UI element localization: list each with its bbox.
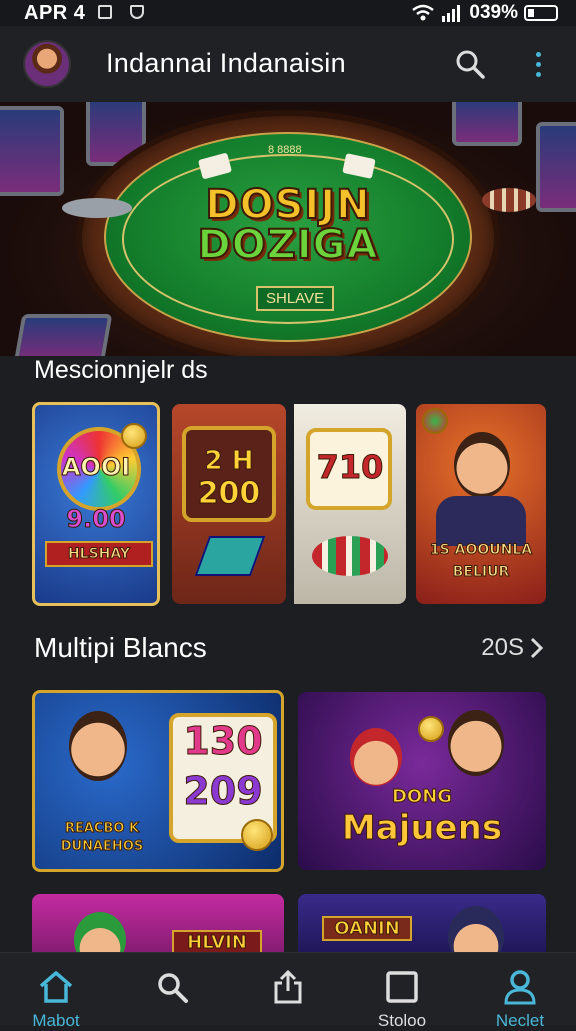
section-title-2: Multipi Blancs	[34, 632, 207, 663]
coin-icon	[241, 819, 273, 851]
profile-icon	[500, 967, 540, 1007]
felt-cards-text: 8 8888	[268, 144, 302, 156]
badge-icon	[422, 408, 448, 434]
status-time: APR 4	[24, 2, 86, 24]
coin-icon	[121, 423, 147, 449]
signal-icon	[442, 5, 461, 22]
battery-percent: 039%	[469, 2, 518, 23]
tile-5-caption2: DUNAEHOS	[60, 839, 144, 855]
game-tile-2[interactable]: 2 H 200	[172, 404, 286, 604]
wifi-icon	[412, 4, 435, 21]
search-icon	[152, 967, 192, 1007]
game-tile-6[interactable]: DONG Majuens	[298, 692, 546, 870]
coin-icon	[418, 716, 444, 742]
nav-search[interactable]	[122, 953, 222, 1025]
nav-store[interactable]: Stoloo	[352, 953, 452, 1030]
tile-6-title: DONG	[391, 786, 453, 808]
share-icon	[268, 967, 308, 1007]
nav-profile-label: Neclet	[495, 1011, 545, 1030]
tile-5-top-number: 130	[183, 719, 263, 764]
tile-2-amount: 200	[197, 476, 261, 512]
felt-badge: SHLAVE	[256, 286, 335, 311]
status-bar: APR 4 039%	[0, 0, 576, 26]
bottom-navigation: Mabot Stoloo Neclet	[0, 952, 576, 1030]
nav-share[interactable]	[238, 953, 338, 1025]
shield-icon	[130, 5, 144, 19]
search-button[interactable]	[450, 44, 490, 84]
hero-logo-line2: DOZIGA	[197, 221, 379, 269]
slot-machine-image	[13, 314, 113, 356]
hero-banner[interactable]: 8 8888 DOSIJN DOZIGA SHLAVE	[0, 102, 576, 356]
nav-profile[interactable]: Neclet	[470, 953, 570, 1030]
character-image	[350, 728, 402, 786]
app-title: Indannai Indanaisin	[106, 48, 346, 78]
tile-1-title: AOOI	[61, 453, 131, 482]
section-title-1: Mescionnjelr ds	[34, 356, 208, 384]
character-image	[448, 710, 504, 776]
tile-4-subtitle: BELIUR	[452, 564, 510, 581]
tile-8-title: OANIN	[322, 916, 412, 941]
tile-5-caption1: REACBO K	[64, 821, 140, 837]
game-tile-1[interactable]: AOOI 9.00 HLSHAY	[32, 402, 160, 606]
tile-2-title: 2 H	[204, 446, 254, 477]
tile-1-banner: HLSHAY	[45, 541, 153, 567]
nav-store-label: Stoloo	[377, 1011, 427, 1030]
battery-icon	[524, 5, 558, 21]
square-icon	[382, 967, 422, 1007]
game-tile-5[interactable]: 130 209 REACBO K DUNAEHOS	[32, 690, 284, 872]
nav-home[interactable]: Mabot	[6, 953, 106, 1030]
home-icon	[36, 967, 76, 1007]
character-image	[454, 432, 510, 498]
game-tile-4[interactable]: 1S AOOUNLA BELIUR	[416, 404, 546, 604]
tile-5-bottom-number: 209	[183, 769, 263, 814]
tile-4-title: 1S AOOUNLA	[429, 542, 533, 559]
slot-machine-image	[452, 102, 522, 146]
gem-icon	[194, 536, 266, 576]
app-header: Indannai Indanaisin	[0, 26, 576, 102]
roulette-image	[312, 536, 388, 576]
tile-1-amount: 9.00	[66, 505, 126, 534]
avatar[interactable]	[23, 40, 71, 88]
see-all-count: 20S	[481, 634, 524, 661]
tile-6-subtitle: Majuens	[341, 808, 503, 849]
see-all-link[interactable]: 20S	[481, 634, 544, 662]
character-image	[69, 711, 127, 781]
more-vert-icon	[535, 51, 541, 77]
notification-icon	[98, 5, 112, 19]
search-icon	[456, 50, 485, 79]
chevron-right-icon	[530, 637, 544, 659]
more-menu-button[interactable]	[518, 44, 558, 84]
game-tile-3[interactable]: 710	[294, 404, 406, 604]
tile-3-title: 710	[316, 448, 384, 487]
nav-home-label: Mabot	[32, 1011, 80, 1030]
